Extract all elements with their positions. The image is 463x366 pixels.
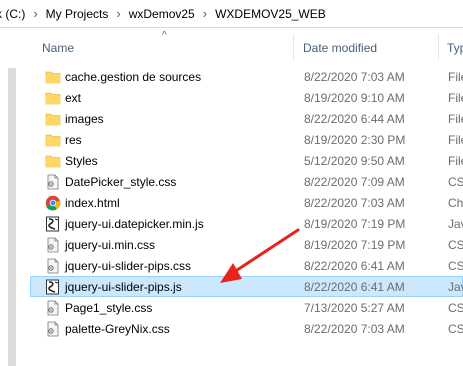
file-type: File	[448, 154, 463, 168]
column-divider[interactable]	[438, 34, 439, 60]
file-row[interactable]: jquery-ui-slider-pips.css 8/22/2020 6:41 …	[30, 255, 463, 276]
file-name: Page1_style.css	[65, 301, 153, 315]
breadcrumb: k (C:) › My Projects › wxDemov25 › WXDEM…	[0, 0, 463, 28]
breadcrumb-chevron-icon[interactable]: ›	[198, 6, 212, 21]
file-type: CSS	[448, 301, 463, 315]
file-date-modified: 8/22/2020 6:41 AM	[304, 280, 405, 294]
file-name: jquery-ui.datepicker.min.js	[65, 217, 204, 231]
file-date-modified: 8/22/2020 6:41 AM	[304, 259, 405, 273]
file-type: CSS	[448, 259, 463, 273]
navigation-scrollbar[interactable]	[6, 68, 18, 366]
folder-icon	[45, 111, 61, 127]
file-name: res	[65, 133, 82, 147]
file-date-modified: 8/22/2020 6:44 AM	[304, 112, 405, 126]
file-name: images	[65, 112, 104, 126]
file-type: File	[448, 91, 463, 105]
column-header-type[interactable]: Typ	[447, 41, 463, 55]
file-type: Jav	[448, 280, 463, 294]
file-name: jquery-ui.min.css	[65, 238, 156, 252]
breadcrumb-chevron-icon[interactable]: ›	[28, 6, 42, 21]
file-date-modified: 8/22/2020 7:03 AM	[304, 196, 405, 210]
chrome-icon	[45, 195, 61, 211]
file-row[interactable]: ext 8/19/2020 9:10 AM File	[30, 87, 463, 108]
file-date-modified: 8/22/2020 7:09 AM	[304, 175, 405, 189]
file-type: File	[448, 70, 463, 84]
file-date-modified: 8/19/2020 7:19 PM	[304, 217, 406, 231]
navigation-pane-edge	[0, 28, 22, 366]
file-type: Jav	[448, 217, 463, 231]
column-header-row: ^ Name Date modified Typ	[30, 30, 463, 62]
file-row[interactable]: DatePicker_style.css 8/22/2020 7:09 AM CSS	[30, 171, 463, 192]
file-list: cache.gestion de sources 8/22/2020 7:03 A…	[30, 66, 463, 339]
file-type: CSS	[448, 322, 463, 336]
breadcrumb-wxdemov25-web[interactable]: WXDEMOV25_WEB	[212, 7, 329, 21]
file-date-modified: 5/12/2020 9:50 AM	[304, 154, 405, 168]
css-file-icon	[45, 174, 61, 190]
folder-icon	[45, 69, 61, 85]
sort-ascending-icon: ^	[162, 30, 167, 41]
file-row[interactable]: Styles 5/12/2020 9:50 AM File	[30, 150, 463, 171]
file-date-modified: 8/22/2020 7:03 AM	[304, 70, 405, 84]
file-row[interactable]: Page1_style.css 7/13/2020 5:27 AM CSS	[30, 297, 463, 318]
file-name: jquery-ui-slider-pips.css	[65, 259, 192, 273]
column-header-date-modified[interactable]: Date modified	[303, 41, 377, 55]
file-date-modified: 7/13/2020 5:27 AM	[304, 301, 405, 315]
js-file-icon	[45, 279, 61, 295]
file-row[interactable]: palette-GreyNix.css 8/22/2020 7:03 AM CSS	[30, 318, 463, 339]
column-divider[interactable]	[293, 34, 294, 60]
file-date-modified: 8/19/2020 9:10 AM	[304, 91, 405, 105]
folder-icon	[45, 153, 61, 169]
css-file-icon	[45, 237, 61, 253]
css-file-icon	[45, 300, 61, 316]
scrollbar-thumb[interactable]	[8, 68, 16, 366]
file-type: CSS	[448, 175, 463, 189]
file-type: Chr	[448, 196, 463, 210]
column-header-name[interactable]: Name	[42, 41, 74, 55]
breadcrumb-chevron-icon[interactable]: ›	[111, 6, 125, 21]
folder-icon	[45, 90, 61, 106]
breadcrumb-drive[interactable]: k (C:)	[0, 7, 28, 21]
file-date-modified: 8/19/2020 7:19 PM	[304, 238, 406, 252]
file-name: ext	[65, 91, 82, 105]
file-type: CSS	[448, 238, 463, 252]
file-name: DatePicker_style.css	[65, 175, 177, 189]
file-date-modified: 8/19/2020 2:30 PM	[304, 133, 406, 147]
css-file-icon	[45, 258, 61, 274]
file-row[interactable]: images 8/22/2020 6:44 AM File	[30, 108, 463, 129]
file-row[interactable]: jquery-ui.datepicker.min.js 8/19/2020 7:1…	[30, 213, 463, 234]
file-name: jquery-ui-slider-pips.js	[65, 280, 182, 294]
file-name: palette-GreyNix.css	[65, 322, 170, 336]
file-name: index.html	[65, 196, 120, 210]
file-date-modified: 8/22/2020 7:03 AM	[304, 322, 405, 336]
js-file-icon	[45, 216, 61, 232]
file-type: File	[448, 112, 463, 126]
file-row[interactable]: res 8/19/2020 2:30 PM File	[30, 129, 463, 150]
breadcrumb-my-projects[interactable]: My Projects	[43, 7, 112, 21]
file-name: cache.gestion de sources	[65, 70, 202, 84]
file-row[interactable]: jquery-ui.min.css 8/19/2020 7:19 PM CSS	[30, 234, 463, 255]
file-name: Styles	[65, 154, 98, 168]
folder-icon	[45, 132, 61, 148]
css-file-icon	[45, 321, 61, 337]
file-row[interactable]: cache.gestion de sources 8/22/2020 7:03 A…	[30, 66, 463, 87]
file-row-selected[interactable]: jquery-ui-slider-pips.js 8/22/2020 6:41 A…	[30, 276, 463, 297]
file-row[interactable]: index.html 8/22/2020 7:03 AM Chr	[30, 192, 463, 213]
file-type: File	[448, 133, 463, 147]
breadcrumb-wxdemov25[interactable]: wxDemov25	[126, 7, 198, 21]
